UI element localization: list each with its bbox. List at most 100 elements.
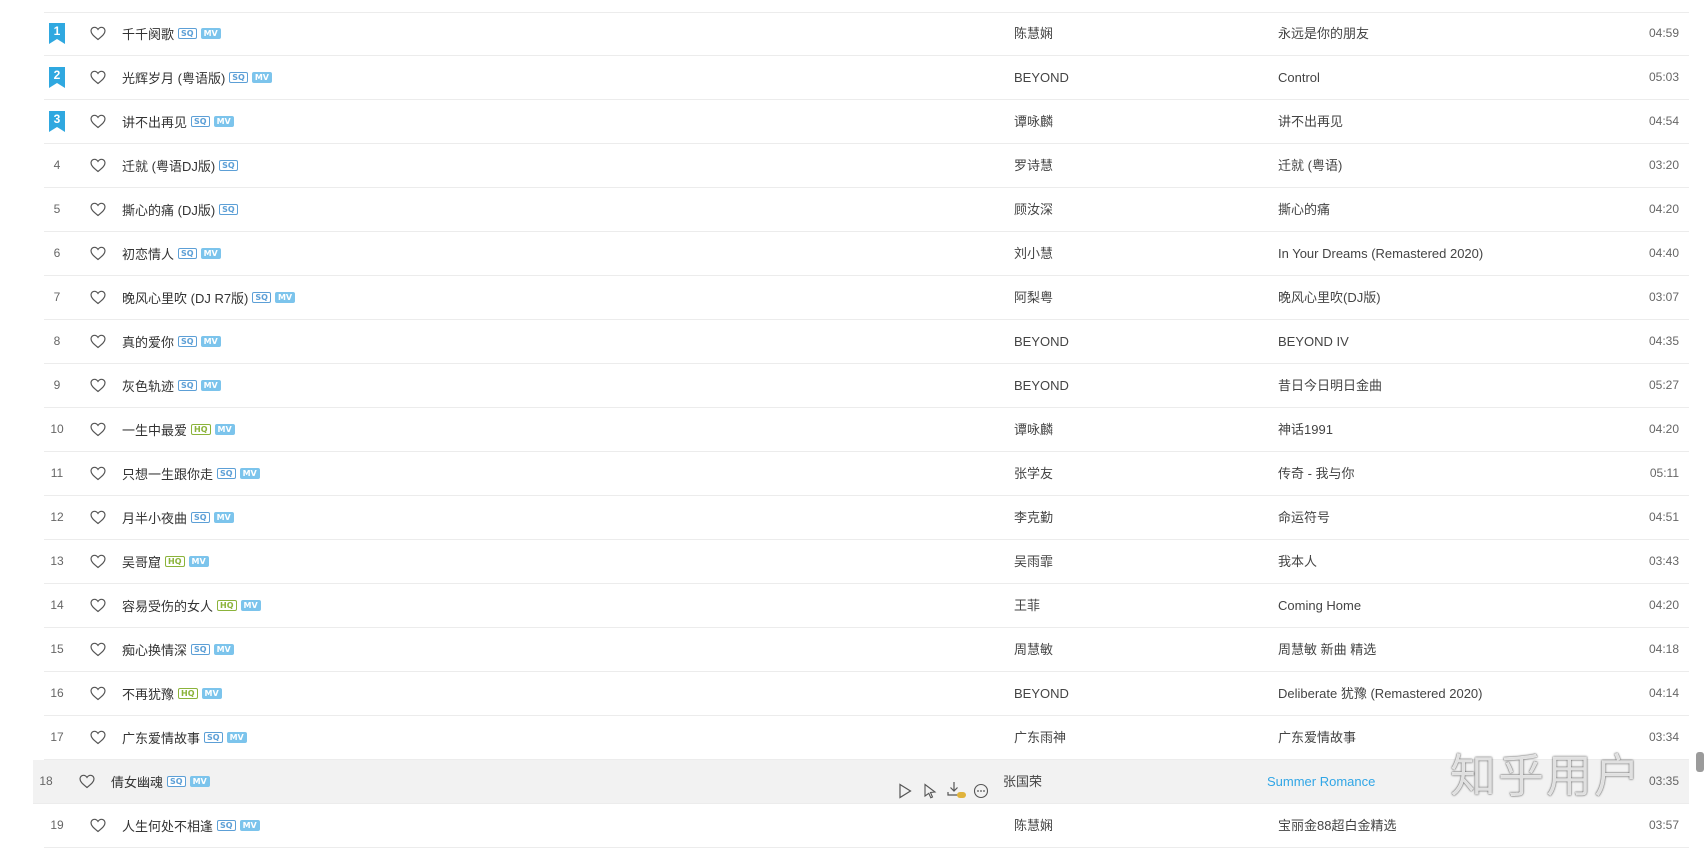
heart-outline-icon[interactable]	[90, 12, 108, 55]
song-row[interactable]: 10 一生中最爱 HQ MV 谭咏麟 神话1991 04:20	[44, 408, 1689, 452]
mv-badge[interactable]: MV	[200, 248, 221, 260]
song-album[interactable]: Coming Home	[1278, 584, 1361, 627]
song-album[interactable]: 广东爱情故事	[1278, 716, 1356, 759]
heart-outline-icon[interactable]	[90, 232, 108, 275]
song-row[interactable]: 17 广东爱情故事 SQ MV 广东雨神 广东爱情故事 03:34	[44, 716, 1689, 760]
song-artist[interactable]: BEYOND	[1014, 672, 1069, 715]
song-album[interactable]: 迁就 (粤语)	[1278, 144, 1342, 187]
song-row[interactable]: 13 吴哥窟 HQ MV 吴雨霏 我本人 03:43	[44, 540, 1689, 584]
song-row[interactable]: 11 只想一生跟你走 SQ MV 张学友 传奇 - 我与你 05:11	[44, 452, 1689, 496]
heart-outline-icon[interactable]	[90, 144, 108, 187]
song-artist[interactable]: 谭咏麟	[1014, 408, 1053, 451]
heart-outline-icon[interactable]	[90, 628, 108, 671]
song-row[interactable]: 6 初恋情人 SQ MV 刘小慧 In Your Dreams (Remastered 2…	[44, 232, 1689, 276]
song-artist[interactable]: 吴雨霏	[1014, 540, 1053, 583]
song-title[interactable]: 只想一生跟你走	[122, 467, 213, 482]
song-title[interactable]: 千千阕歌	[122, 27, 174, 42]
song-album[interactable]: 永远是你的朋友	[1278, 12, 1369, 55]
song-row[interactable]: 14 容易受伤的女人 HQ MV 王菲 Coming Home 04:20	[44, 584, 1689, 628]
heart-outline-icon[interactable]	[90, 804, 108, 847]
song-artist[interactable]: BEYOND	[1014, 320, 1069, 363]
song-title[interactable]: 初恋情人	[122, 247, 174, 262]
song-album[interactable]: 神话1991	[1278, 408, 1333, 451]
song-album[interactable]: 昔日今日明日金曲	[1278, 364, 1382, 407]
song-title[interactable]: 真的爱你	[122, 335, 174, 350]
song-row[interactable]: 15 痴心换情深 SQ MV 周慧敏 周慧敏 新曲 精选 04:18	[44, 628, 1689, 672]
song-row[interactable]: 16 不再犹豫 HQ MV BEYOND Deliberate 犹豫 (Remastere…	[44, 672, 1689, 716]
song-title[interactable]: 月半小夜曲	[122, 511, 187, 526]
song-title[interactable]: 痴心换情深	[122, 643, 187, 658]
song-artist[interactable]: 刘小慧	[1014, 232, 1053, 275]
mv-badge[interactable]: MV	[251, 72, 272, 84]
song-title[interactable]: 撕心的痛 (DJ版)	[122, 203, 215, 218]
heart-outline-icon[interactable]	[90, 496, 108, 539]
mv-badge[interactable]: MV	[213, 644, 234, 656]
song-artist[interactable]: 王菲	[1014, 584, 1040, 627]
song-title[interactable]: 倩女幽魂	[111, 775, 163, 790]
song-artist[interactable]: BEYOND	[1014, 364, 1069, 407]
song-album[interactable]: 我本人	[1278, 540, 1317, 583]
song-artist[interactable]: 顾汝深	[1014, 188, 1053, 231]
song-artist[interactable]: 张国荣	[1003, 760, 1042, 803]
song-album[interactable]: 周慧敏 新曲 精选	[1278, 628, 1376, 671]
heart-outline-icon[interactable]	[90, 320, 108, 363]
song-artist[interactable]: 周慧敏	[1014, 628, 1053, 671]
song-album[interactable]: 撕心的痛	[1278, 188, 1330, 231]
mv-badge[interactable]: MV	[240, 600, 261, 612]
song-title[interactable]: 容易受伤的女人	[122, 599, 213, 614]
song-title[interactable]: 吴哥窟	[122, 555, 161, 570]
song-row[interactable]: 7 晚风心里吹 (DJ R7版) SQ MV 阿梨粤 晚风心里吹(DJ版) 03:07	[44, 276, 1689, 320]
mv-badge[interactable]: MV	[189, 776, 210, 788]
heart-outline-icon[interactable]	[90, 672, 108, 715]
song-title[interactable]: 广东爱情故事	[122, 731, 200, 746]
heart-outline-icon[interactable]	[90, 452, 108, 495]
mv-badge[interactable]: MV	[239, 468, 260, 480]
scrollbar-thumb[interactable]	[1696, 752, 1704, 772]
song-artist[interactable]: 李克勤	[1014, 496, 1053, 539]
song-row[interactable]: 9 灰色轨迹 SQ MV BEYOND 昔日今日明日金曲 05:27	[44, 364, 1689, 408]
song-title[interactable]: 光辉岁月 (粤语版)	[122, 71, 225, 86]
song-row[interactable]: 19 人生何处不相逢 SQ MV 陈慧娴 宝丽金88超白金精选 03:57	[44, 804, 1689, 848]
song-row[interactable]: 18 倩女幽魂 SQ MV 张国荣 Summer Romance 03:35	[33, 760, 1689, 804]
song-artist[interactable]: 张学友	[1014, 452, 1053, 495]
mv-badge[interactable]: MV	[200, 336, 221, 348]
heart-outline-icon[interactable]	[90, 540, 108, 583]
mv-badge[interactable]: MV	[188, 556, 209, 568]
heart-outline-icon[interactable]	[79, 760, 97, 803]
song-artist[interactable]: 广东雨神	[1014, 716, 1066, 759]
song-album[interactable]: 命运符号	[1278, 496, 1330, 539]
song-album[interactable]: Deliberate 犹豫 (Remastered 2020)	[1278, 672, 1482, 715]
mv-badge[interactable]: MV	[200, 28, 221, 40]
heart-outline-icon[interactable]	[90, 100, 108, 143]
heart-outline-icon[interactable]	[90, 188, 108, 231]
heart-outline-icon[interactable]	[90, 56, 108, 99]
mv-badge[interactable]: MV	[213, 116, 234, 128]
song-artist[interactable]: 阿梨粤	[1014, 276, 1053, 319]
song-artist[interactable]: BEYOND	[1014, 56, 1069, 99]
song-album[interactable]: 讲不出再见	[1278, 100, 1343, 143]
song-artist[interactable]: 陈慧娴	[1014, 12, 1053, 55]
heart-outline-icon[interactable]	[90, 584, 108, 627]
song-row[interactable]: 12 月半小夜曲 SQ MV 李克勤 命运符号 04:51	[44, 496, 1689, 540]
song-row[interactable]: 2 光辉岁月 (粤语版) SQ MV BEYOND Control 05:03	[44, 56, 1689, 100]
mv-badge[interactable]: MV	[200, 380, 221, 392]
heart-outline-icon[interactable]	[90, 276, 108, 319]
mv-badge[interactable]: MV	[239, 820, 260, 832]
song-title[interactable]: 一生中最爱	[122, 423, 187, 438]
song-artist[interactable]: 罗诗慧	[1014, 144, 1053, 187]
song-row[interactable]: 5 撕心的痛 (DJ版) SQ 顾汝深 撕心的痛 04:20	[44, 188, 1689, 232]
song-album[interactable]: BEYOND IV	[1278, 320, 1349, 363]
song-row[interactable]: 8 真的爱你 SQ MV BEYOND BEYOND IV 04:35	[44, 320, 1689, 364]
song-artist[interactable]: 谭咏麟	[1014, 100, 1053, 143]
song-title[interactable]: 灰色轨迹	[122, 379, 174, 394]
heart-outline-icon[interactable]	[90, 716, 108, 759]
mv-badge[interactable]: MV	[274, 292, 296, 304]
song-album[interactable]: Control	[1278, 56, 1320, 99]
song-title[interactable]: 不再犹豫	[122, 687, 174, 702]
song-row[interactable]: 3 讲不出再见 SQ MV 谭咏麟 讲不出再见 04:54	[44, 100, 1689, 144]
song-album[interactable]: 晚风心里吹(DJ版)	[1278, 276, 1381, 319]
song-artist[interactable]: 陈慧娴	[1014, 804, 1053, 847]
song-album[interactable]: 宝丽金88超白金精选	[1278, 804, 1396, 847]
mv-badge[interactable]: MV	[226, 732, 247, 744]
heart-outline-icon[interactable]	[90, 364, 108, 407]
